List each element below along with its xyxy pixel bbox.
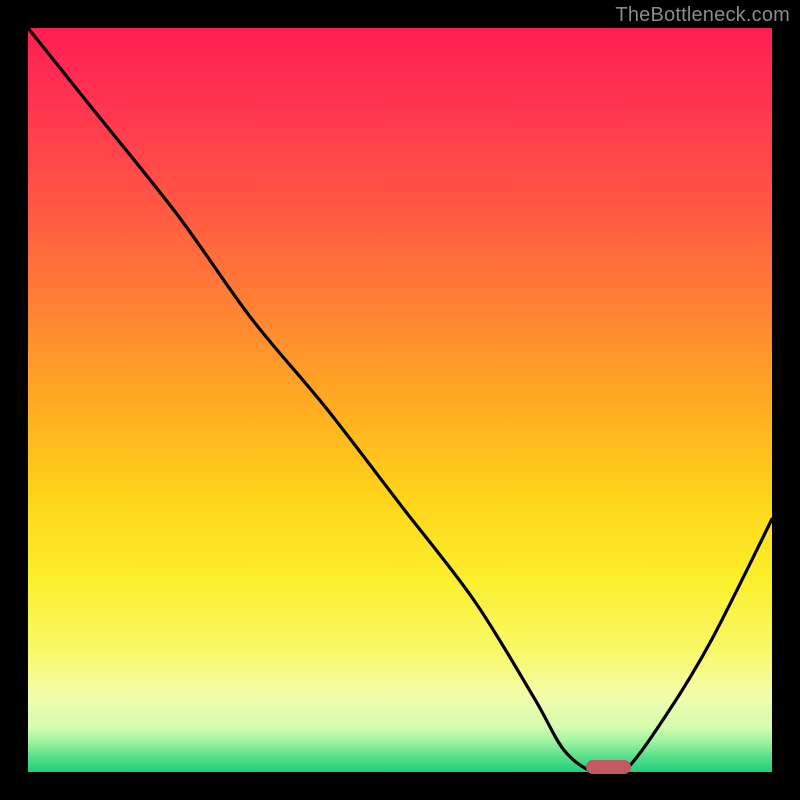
bottleneck-curve (28, 28, 772, 772)
watermark-text: TheBottleneck.com (615, 4, 790, 27)
curve-path (28, 28, 772, 772)
plot-area (28, 28, 772, 772)
chart-frame: TheBottleneck.com (0, 0, 800, 800)
optimum-marker (586, 760, 631, 774)
